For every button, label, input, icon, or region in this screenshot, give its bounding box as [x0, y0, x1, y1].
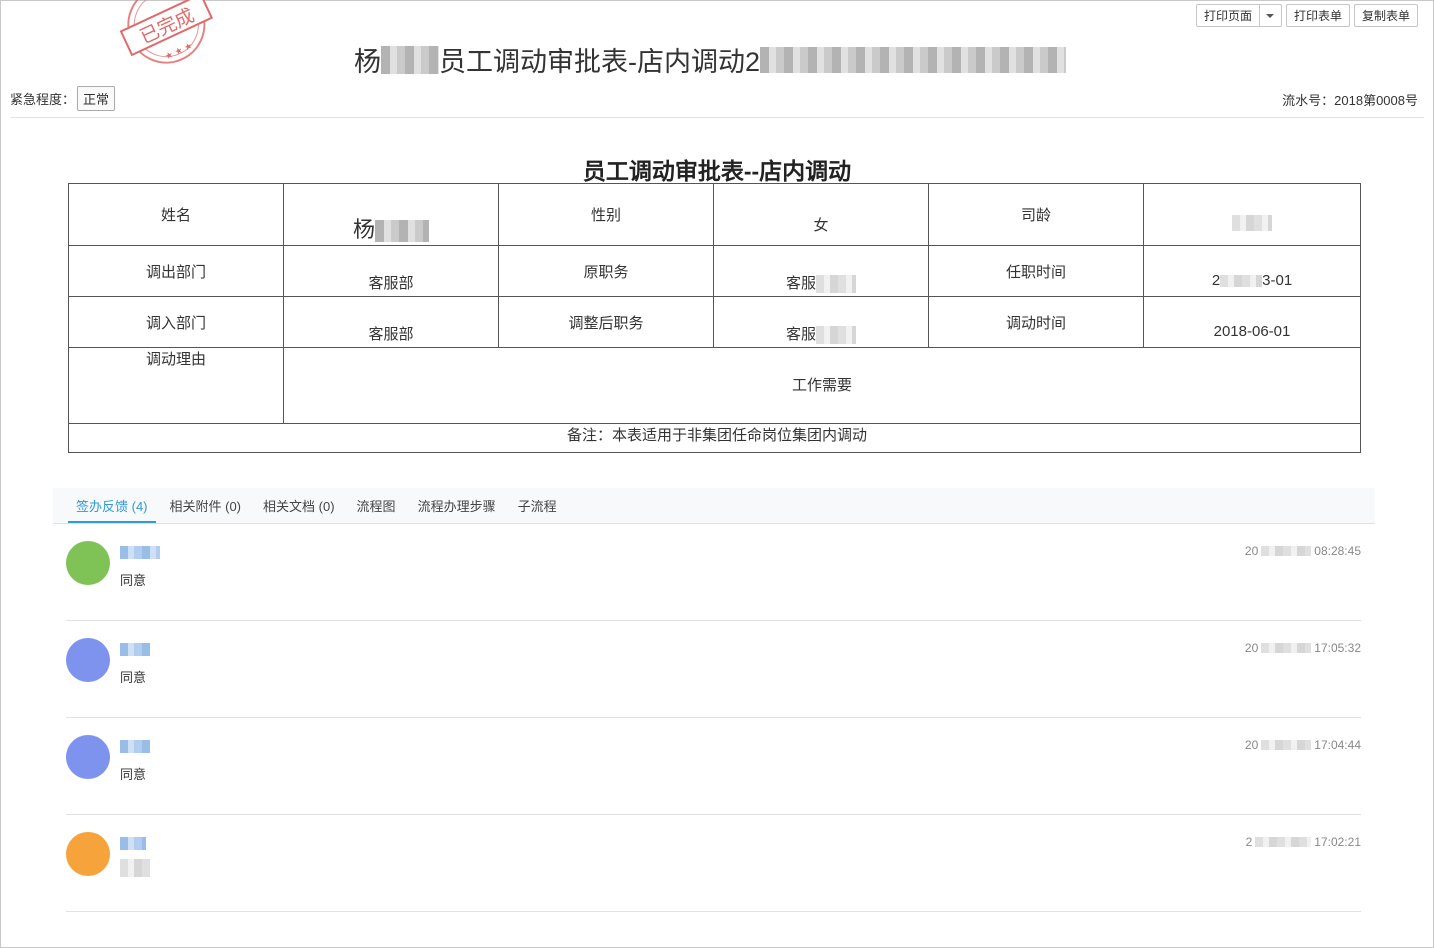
redacted-block: [1220, 275, 1263, 288]
user-name-redacted[interactable]: [120, 546, 160, 559]
time-value: 17:05:32: [1314, 641, 1361, 655]
time-prefix: 20: [1244, 544, 1259, 558]
stamp-stars: ★ ★ ★: [163, 40, 194, 61]
new-position-label: 调整后职务: [498, 296, 714, 348]
time-prefix: 20: [1244, 641, 1259, 655]
urgency-label: 紧急程度：: [10, 92, 76, 107]
opinion-redacted: [120, 859, 150, 877]
title-main: 员工调动审批表-店内调动2: [439, 47, 761, 77]
transfer-time-value: 2018-06-01: [1143, 296, 1361, 348]
redacted-block: [1261, 643, 1312, 653]
opinion-text: 同意: [120, 767, 147, 782]
user-name-redacted[interactable]: [120, 837, 146, 850]
time-prefix: 2: [1245, 835, 1253, 849]
avatar: [66, 638, 110, 682]
remark-text: 备注：本表适用于非集团任命岗位集团内调动: [68, 423, 1361, 453]
redacted-block: [1232, 215, 1272, 232]
transfer-form-table: 姓名 杨 性别 女 司龄 调出部门 客服部 原职务 客服 任职时间 2 3-01 …: [68, 183, 1361, 453]
redacted-block: [816, 275, 856, 294]
new-position-prefix: 客服: [785, 326, 816, 343]
redacted-block: [1261, 740, 1312, 750]
serial-number: 流水号：2018第0008号: [1282, 90, 1418, 109]
transfer-time-label: 调动时间: [928, 296, 1144, 348]
feedback-time: 2 17:02:21: [1246, 835, 1361, 849]
appoint-time-label: 任职时间: [928, 245, 1144, 297]
tab-attachments[interactable]: 相关附件 (0): [162, 496, 250, 523]
completed-stamp-icon: 已完成 ★ ★ ★: [119, 0, 214, 64]
avatar: [66, 832, 110, 876]
table-row: 调出部门 客服部 原职务 客服 任职时间 2 3-01: [68, 245, 1361, 297]
tab-documents[interactable]: 相关文档 (0): [255, 496, 343, 523]
time-value: 08:28:45: [1314, 544, 1361, 558]
avatar: [66, 541, 110, 585]
user-name-redacted[interactable]: [120, 643, 150, 656]
form-title: 员工调动审批表--店内调动: [582, 158, 852, 184]
to-dept-label: 调入部门: [68, 296, 284, 348]
urgency-field: 紧急程度： 正常: [10, 86, 116, 111]
appoint-time-prefix: 2: [1211, 272, 1221, 289]
redacted-block: [816, 326, 856, 345]
tab-flowchart[interactable]: 流程图: [349, 496, 404, 523]
print-page-dropdown[interactable]: [1259, 4, 1282, 27]
header-divider: [10, 117, 1424, 118]
orig-position-prefix: 客服: [785, 275, 816, 292]
table-row: 姓名 杨 性别 女 司龄: [68, 183, 1361, 246]
feedback-time: 20 08:28:45: [1245, 544, 1361, 558]
tab-feedback[interactable]: 签办反馈 (4): [68, 496, 156, 523]
print-form-button[interactable]: 打印表单: [1285, 4, 1350, 27]
name-label: 姓名: [68, 183, 284, 246]
opinion-text: 同意: [120, 573, 147, 588]
reason-value: 工作需要: [283, 347, 1361, 424]
from-dept-value: 客服部: [283, 245, 499, 297]
tab-bar: 签办反馈 (4) 相关附件 (0) 相关文档 (0) 流程图 流程办理步骤 子流…: [53, 488, 1375, 524]
orig-position-value: 客服: [713, 245, 929, 297]
table-row: 调动理由 工作需要: [68, 347, 1361, 424]
redacted-block: [1261, 546, 1312, 556]
name-prefix: 杨: [352, 217, 375, 242]
appoint-time-value: 2 3-01: [1143, 245, 1361, 297]
print-page-button[interactable]: 打印页面: [1195, 4, 1260, 27]
list-item: 同意 20 17:04:44: [66, 718, 1361, 815]
time-value: 17:02:21: [1314, 835, 1361, 849]
title-prefix: 杨: [354, 47, 381, 77]
copy-form-button[interactable]: 复制表单: [1353, 4, 1418, 27]
time-value: 17:04:44: [1314, 738, 1361, 752]
reason-label: 调动理由: [68, 347, 284, 424]
avatar: [66, 735, 110, 779]
redacted-block: [760, 46, 1067, 73]
page-title: 杨 员工调动审批表-店内调动2: [354, 40, 1067, 79]
tab-subprocess[interactable]: 子流程: [510, 496, 565, 523]
redacted-block: [1255, 837, 1312, 847]
serial-value: 2018第0008号: [1334, 93, 1418, 108]
redacted-block: [381, 45, 439, 74]
tab-process-steps[interactable]: 流程办理步骤: [410, 496, 504, 523]
list-item: 同意 20 08:28:45: [66, 524, 1361, 621]
orig-position-label: 原职务: [498, 245, 714, 297]
feedback-time: 20 17:04:44: [1245, 738, 1361, 752]
feedback-time: 20 17:05:32: [1245, 641, 1361, 655]
from-dept-label: 调出部门: [68, 245, 284, 297]
gender-label: 性别: [498, 183, 714, 246]
toolbar: 打印页面 打印表单 复制表单: [1195, 4, 1418, 27]
urgency-value: 正常: [77, 86, 116, 111]
appoint-time-suffix: 3-01: [1262, 272, 1293, 289]
list-item: 2 17:02:21: [66, 815, 1361, 912]
user-name-redacted[interactable]: [120, 740, 150, 753]
new-position-value: 客服: [713, 296, 929, 348]
table-row: 调入部门 客服部 调整后职务 客服 调动时间 2018-06-01: [68, 296, 1361, 348]
serial-label: 流水号：: [1282, 93, 1335, 108]
list-item: 同意 20 17:05:32: [66, 621, 1361, 718]
seniority-label: 司龄: [928, 183, 1144, 246]
table-row: 备注：本表适用于非集团任命岗位集团内调动: [68, 423, 1361, 453]
print-page-split-button: 打印页面: [1195, 4, 1282, 27]
name-value: 杨: [283, 183, 499, 246]
to-dept-value: 客服部: [283, 296, 499, 348]
caret-down-icon: [1266, 13, 1275, 18]
gender-value: 女: [713, 183, 929, 246]
redacted-block: [375, 220, 429, 243]
opinion-text: 同意: [120, 670, 147, 685]
time-prefix: 20: [1244, 738, 1259, 752]
seniority-value: [1143, 183, 1361, 246]
